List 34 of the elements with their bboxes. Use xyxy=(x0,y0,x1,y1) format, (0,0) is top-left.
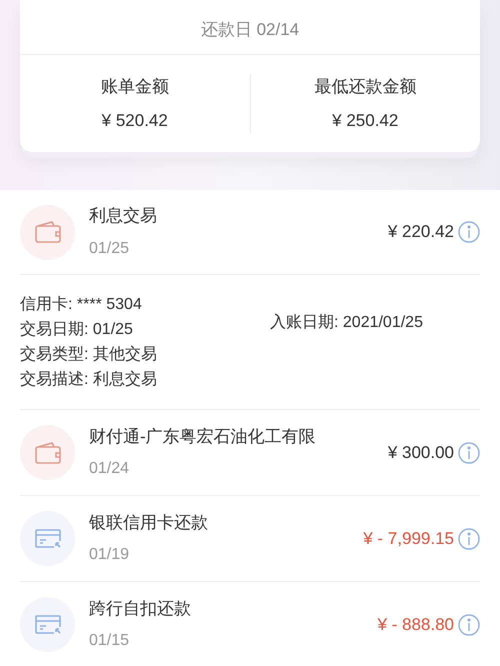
stat-value: ¥ 520.42 xyxy=(102,110,168,132)
transaction-title: 财付通-广东粤宏石油化工有限 xyxy=(89,426,317,448)
transaction-title: 银联信用卡还款 xyxy=(89,512,209,534)
transaction-amount: ¥ 300.00 xyxy=(388,442,454,464)
posted-date: 入账日期: 2021/01/25 xyxy=(270,312,423,333)
card-icon xyxy=(34,528,62,550)
detail-line: 信用卡: **** 5304 xyxy=(20,294,143,315)
transaction-date: 01/15 xyxy=(89,631,130,652)
transaction-title: 跨行自扣还款 xyxy=(89,598,192,620)
transaction-date: 01/24 xyxy=(89,459,130,480)
detail-line: 交易描述: 利息交易 xyxy=(20,370,158,390)
info-icon[interactable] xyxy=(458,442,480,464)
wallet-icon xyxy=(34,440,62,464)
transaction-amount: ¥ 220.42 xyxy=(388,221,454,244)
stat-label: 最低还款金额 xyxy=(314,76,416,98)
info-icon[interactable] xyxy=(458,614,480,636)
info-icon[interactable] xyxy=(458,528,480,550)
card-icon xyxy=(34,614,62,636)
due-date: 还款日 02/14 xyxy=(200,18,300,40)
detail-line: 交易类型: 其他交易 xyxy=(20,344,158,365)
stat-value: ¥ 250.42 xyxy=(332,110,398,132)
transaction-date: 01/19 xyxy=(89,545,130,566)
transaction-row[interactable]: 跨行自扣还款 01/15 ¥ - 888.80 xyxy=(20,582,480,666)
transaction-title: 利息交易 xyxy=(89,205,158,228)
transaction-amount: ¥ - 888.80 xyxy=(377,614,454,636)
stat-label: 账单金额 xyxy=(100,76,169,98)
detail-line: 交易日期: 01/25 xyxy=(20,320,134,340)
transaction-row[interactable]: 银联信用卡还款 01/19 ¥ - 7,999.15 xyxy=(20,496,480,581)
transaction-row[interactable]: 财付通-广东粤宏石油化工有限 01/24 ¥ 300.00 xyxy=(20,410,480,495)
transaction-row[interactable]: 利息交易 01/25 ¥ 220.42 xyxy=(20,190,480,275)
transaction-date: 01/25 xyxy=(89,238,130,259)
transaction-amount: ¥ - 7,999.15 xyxy=(363,528,454,550)
wallet-icon xyxy=(34,220,62,244)
info-icon[interactable] xyxy=(458,221,480,243)
